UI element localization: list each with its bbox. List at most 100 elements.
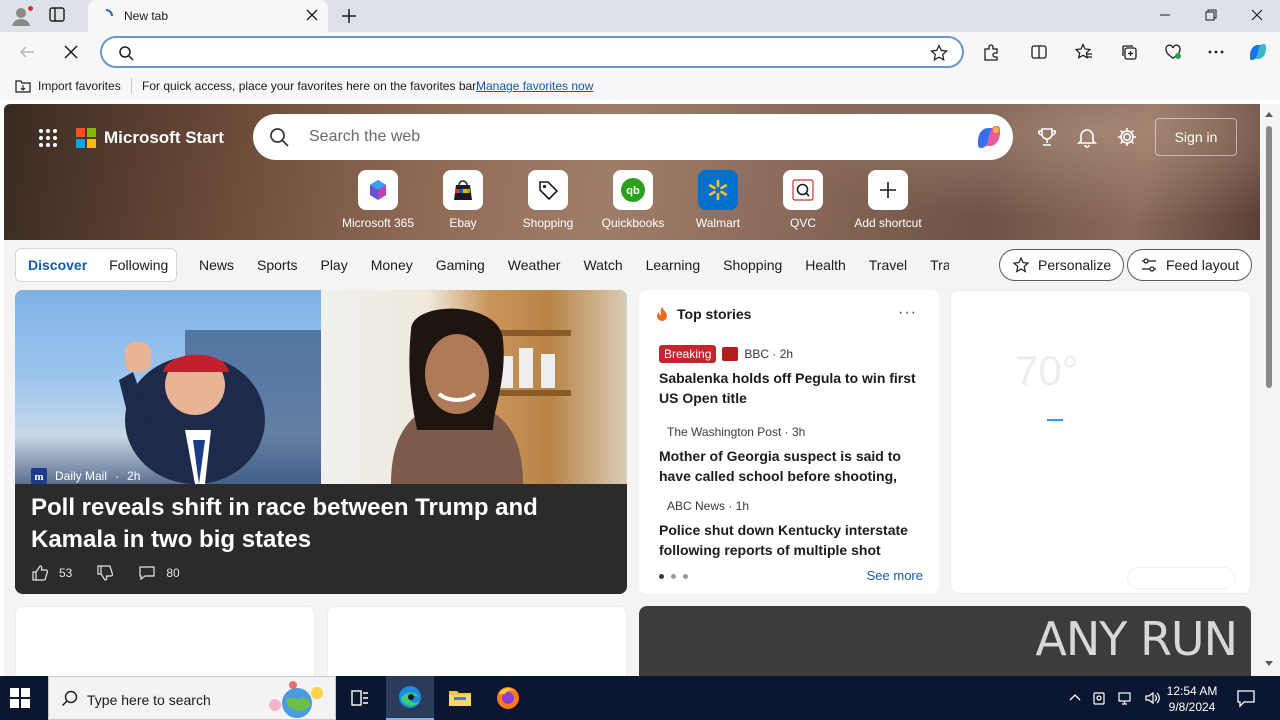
nav-link-play[interactable]: Play: [320, 257, 347, 273]
story-photo-right: [321, 290, 627, 484]
favorites-button[interactable]: [1075, 43, 1093, 61]
nav-link-health[interactable]: Health: [805, 257, 845, 273]
carousel-dot[interactable]: [659, 574, 664, 579]
browser-toolbar: [0, 32, 1280, 72]
nav-link-money[interactable]: Money: [371, 257, 413, 273]
task-view-icon: [351, 690, 368, 706]
network-icon[interactable]: [1118, 690, 1134, 706]
personalize-button[interactable]: Personalize: [999, 249, 1125, 281]
top-story-item[interactable]: The Washington Post · 3h Mother of Georg…: [659, 422, 927, 486]
microsoft-logo-icon: [76, 128, 96, 148]
main-headline[interactable]: Poll reveals shift in race between Trump…: [31, 492, 616, 556]
volume-icon[interactable]: [1144, 690, 1162, 706]
rewards-button[interactable]: [1036, 126, 1058, 148]
action-center-button[interactable]: [1236, 688, 1256, 708]
thumbs-down-icon[interactable]: [96, 564, 114, 582]
taskbar-firefox[interactable]: [484, 676, 532, 720]
story-age: 2h: [127, 469, 141, 483]
shortcut-label: QVC: [789, 216, 816, 230]
profile-button[interactable]: [10, 5, 34, 27]
tab-actions-button[interactable]: [48, 6, 72, 26]
nav-link-gaming[interactable]: Gaming: [436, 257, 485, 273]
shortcut-walmart[interactable]: Walmart: [676, 170, 760, 230]
weather-placeholder: [1127, 567, 1235, 589]
nav-link-news[interactable]: News: [199, 257, 234, 273]
web-search-box[interactable]: Search the web: [253, 114, 1013, 160]
manage-favorites-link[interactable]: Manage favorites now: [476, 79, 593, 93]
main-story-card[interactable]: m Daily Mail · 2h Poll reveals shift in …: [15, 290, 627, 594]
thumbs-up-icon[interactable]: [31, 564, 49, 582]
story-title[interactable]: Sabalenka holds off Pegula to win first …: [659, 368, 927, 408]
scrollbar-thumb[interactable]: [1266, 126, 1272, 388]
nav-link-shopping[interactable]: Shopping: [723, 257, 782, 273]
taskbar-clock[interactable]: 12:54 AM 9/8/2024: [1164, 683, 1220, 715]
top-story-item[interactable]: Breaking BBC · 2h Sabalenka holds off Pe…: [659, 344, 927, 408]
tab-new-tab[interactable]: New tab: [88, 0, 328, 32]
split-screen-button[interactable]: [1030, 43, 1048, 61]
restore-button[interactable]: [1204, 8, 1218, 22]
scroll-down-icon[interactable]: [1264, 660, 1274, 668]
browser-essentials-button[interactable]: [1164, 43, 1182, 61]
back-button[interactable]: [18, 43, 36, 61]
microsoft-start-logo[interactable]: Microsoft Start: [76, 128, 224, 148]
taskbar-file-explorer[interactable]: [436, 676, 484, 720]
scroll-up-icon[interactable]: [1264, 110, 1274, 118]
stop-loading-button[interactable]: [62, 43, 80, 61]
carousel-dot[interactable]: [671, 574, 676, 579]
chevron-up-icon[interactable]: [1068, 690, 1082, 704]
top-story-item[interactable]: ABC News · 1h Police shut down Kentucky …: [659, 496, 927, 560]
more-options-icon[interactable]: ···: [898, 304, 917, 322]
anyrun-watermark: ANY RUN: [1035, 612, 1238, 666]
story-title[interactable]: Police shut down Kentucky interstate fol…: [659, 520, 927, 560]
close-window-button[interactable]: [1250, 8, 1264, 22]
collections-button[interactable]: [1120, 43, 1138, 61]
shortcut-quickbooks[interactable]: qb Quickbooks: [591, 170, 675, 230]
favorite-star-icon[interactable]: [930, 44, 948, 62]
tab-following[interactable]: Following: [109, 257, 168, 273]
task-view-button[interactable]: [336, 676, 384, 720]
feed-layout-button[interactable]: Feed layout: [1127, 249, 1253, 281]
nav-link-travel[interactable]: Travel: [869, 257, 907, 273]
shortcut-label: Shopping: [522, 216, 574, 230]
copilot-search-icon[interactable]: [973, 121, 1005, 153]
taskbar-edge[interactable]: [386, 676, 434, 720]
story-title[interactable]: Mother of Georgia suspect is said to hav…: [659, 446, 927, 486]
sign-in-button[interactable]: Sign in: [1155, 118, 1237, 156]
page-settings-button[interactable]: [1116, 126, 1138, 148]
nav-link-learning[interactable]: Learning: [646, 257, 701, 273]
see-more-link[interactable]: See more: [867, 568, 923, 583]
story-source: BBC · 2h: [744, 347, 794, 361]
tab-discover[interactable]: Discover: [28, 257, 87, 273]
app-launcher-button[interactable]: [38, 128, 58, 148]
notifications-button[interactable]: [1076, 126, 1098, 148]
settings-menu-button[interactable]: [1207, 43, 1225, 61]
minimize-button[interactable]: [1158, 8, 1172, 22]
address-input[interactable]: [146, 42, 906, 62]
shortcut-microsoft-365[interactable]: Microsoft 365: [336, 170, 420, 230]
taskbar-search-box[interactable]: Type here to search: [48, 676, 336, 720]
carousel-dot[interactable]: [683, 574, 688, 579]
start-button[interactable]: [10, 688, 30, 708]
page-scrollbar[interactable]: [1260, 104, 1280, 676]
plus-icon: [342, 9, 356, 23]
shortcut-qvc[interactable]: QVC: [761, 170, 845, 230]
close-tab-icon[interactable]: [306, 9, 318, 21]
new-tab-button[interactable]: [340, 7, 358, 25]
extensions-button[interactable]: [982, 43, 1000, 61]
clock-time: 12:54 AM: [1166, 684, 1218, 698]
address-bar[interactable]: [100, 36, 964, 68]
nav-link-weather[interactable]: Weather: [508, 257, 561, 273]
shortcut-shopping[interactable]: Shopping: [506, 170, 590, 230]
nav-link-traffic[interactable]: Traf: [930, 257, 949, 273]
weather-card[interactable]: 70°: [950, 290, 1251, 594]
copilot-button[interactable]: [1246, 40, 1270, 64]
nav-link-sports[interactable]: Sports: [257, 257, 297, 273]
shortcut-add[interactable]: Add shortcut: [846, 170, 930, 230]
folder-icon: [449, 691, 471, 706]
comment-icon[interactable]: [138, 564, 156, 582]
meet-now-icon[interactable]: [1092, 690, 1108, 706]
shortcut-ebay[interactable]: Ebay: [421, 170, 505, 230]
import-favorites-button[interactable]: Import favorites: [14, 78, 121, 94]
nav-link-watch[interactable]: Watch: [583, 257, 622, 273]
quickbooks-icon: qb: [613, 170, 653, 210]
